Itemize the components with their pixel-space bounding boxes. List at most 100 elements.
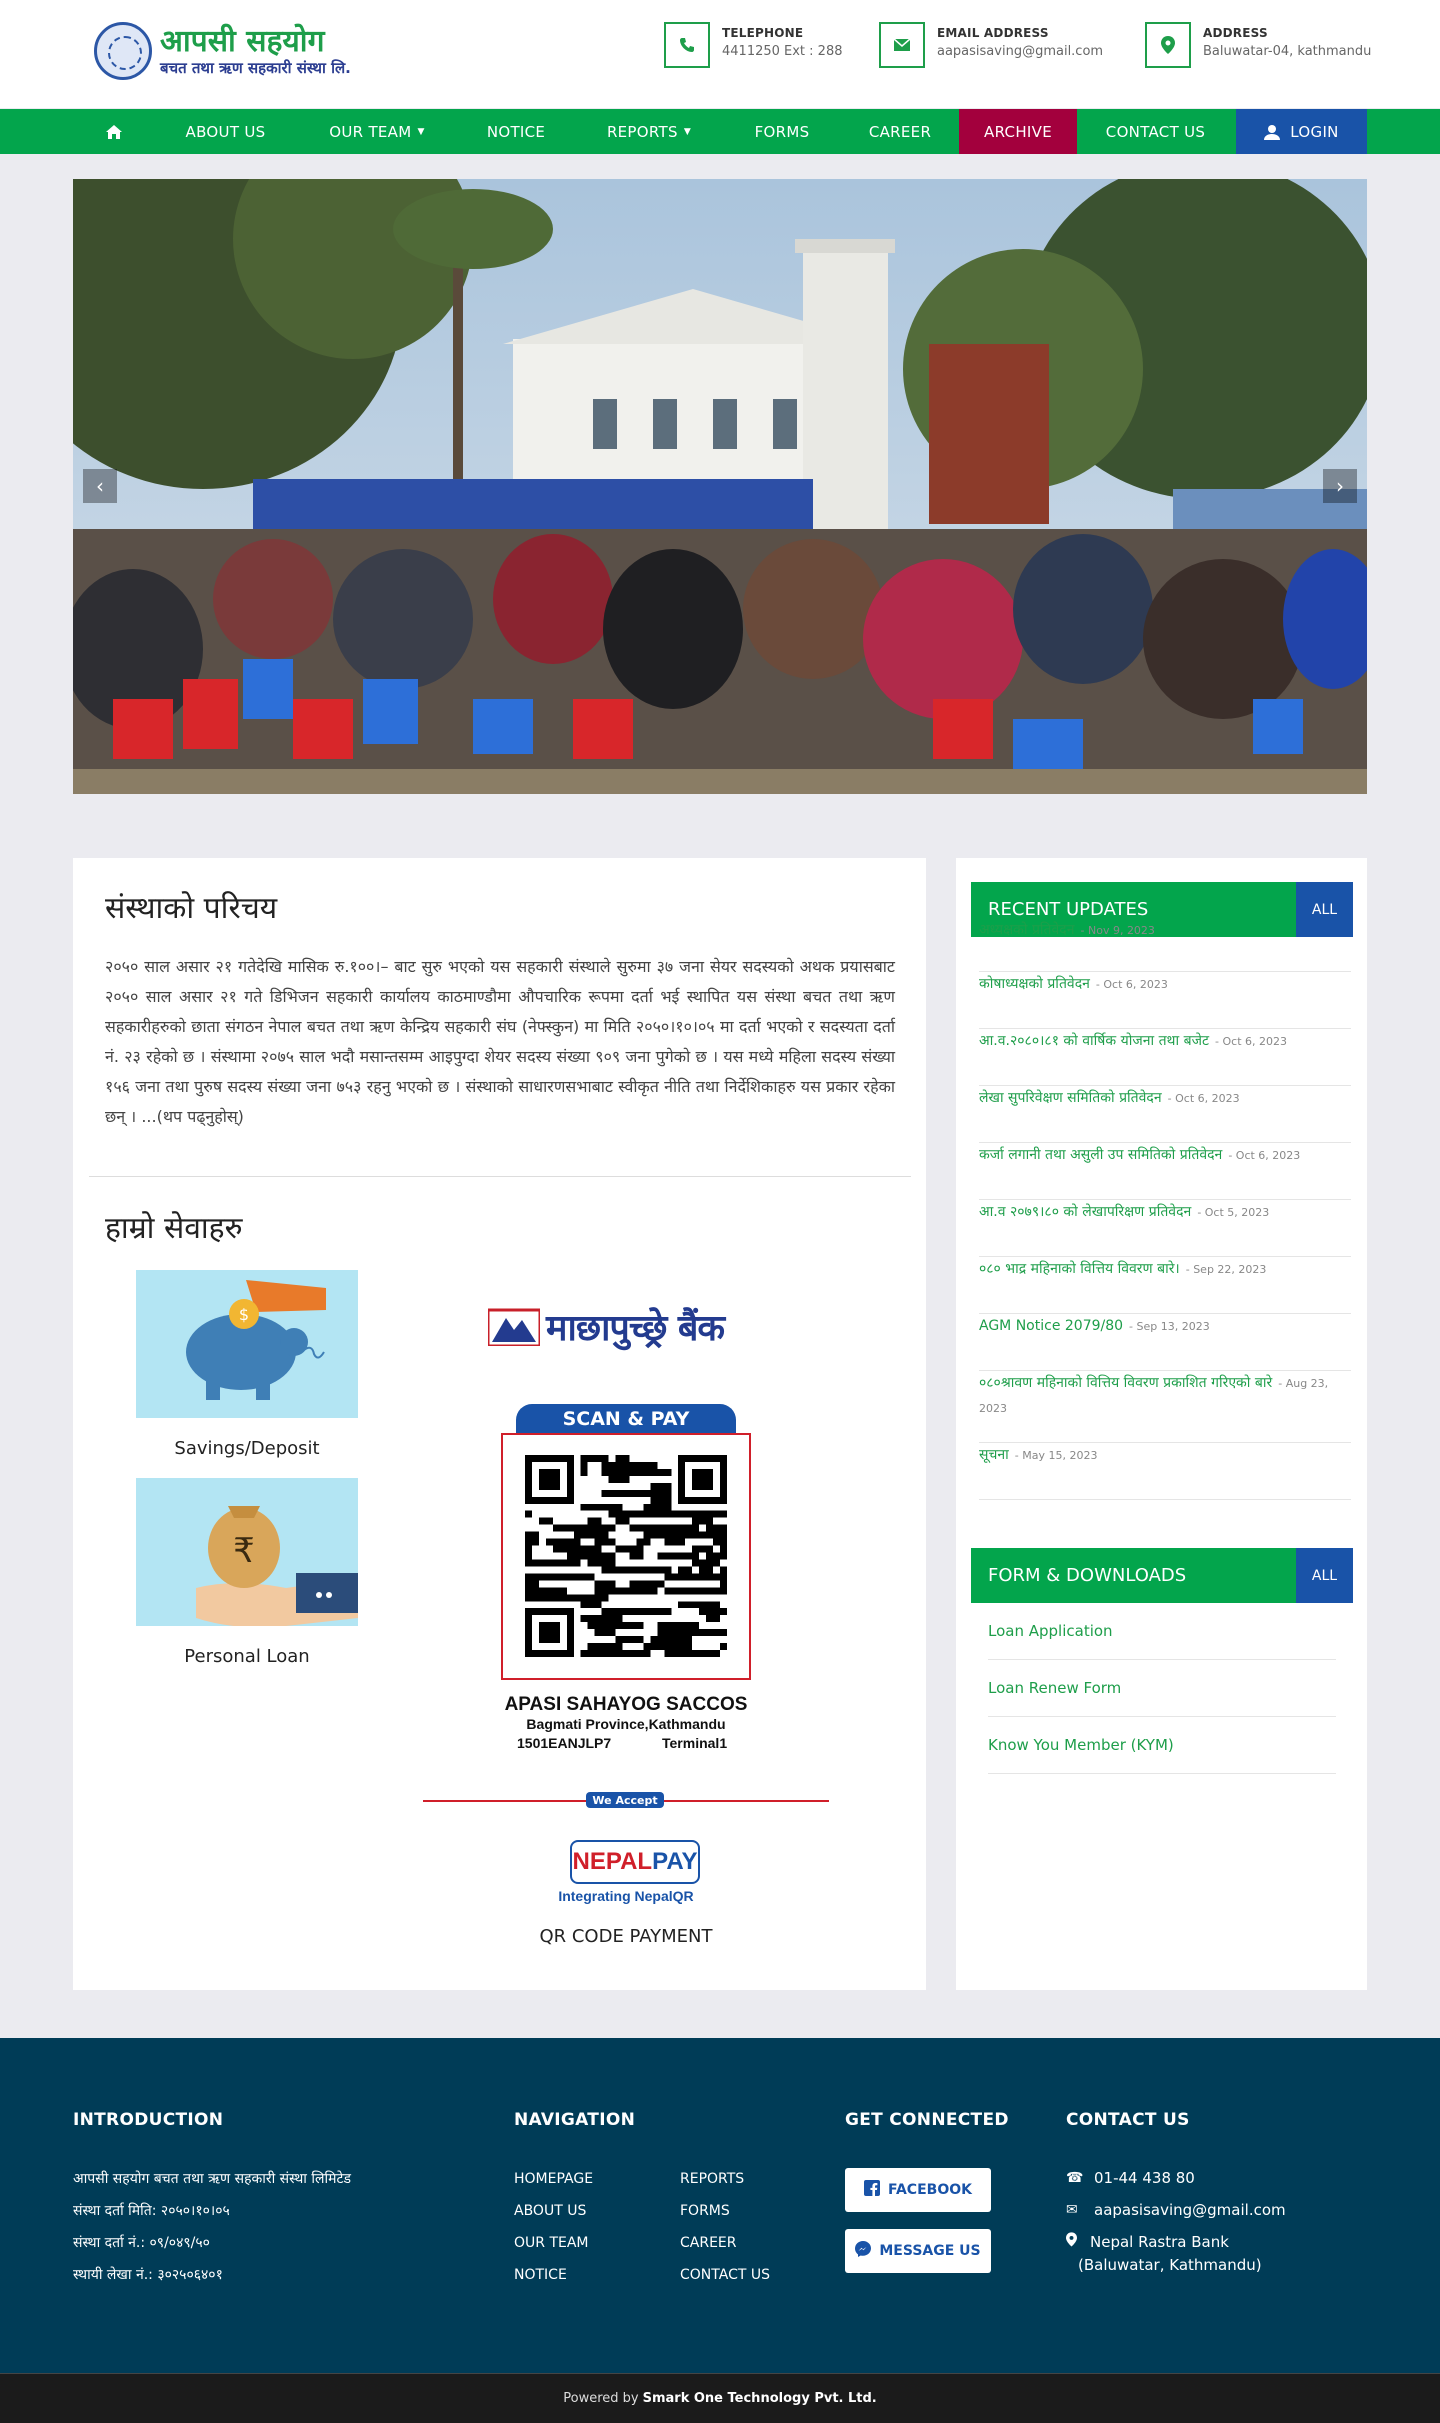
nepalpay-logo-part1: NEPAL bbox=[572, 1848, 653, 1875]
downloads-title: FORM & DOWNLOADS bbox=[988, 1565, 1187, 1586]
qr-frame[interactable] bbox=[501, 1433, 751, 1680]
site-header: आपसी सहयोग बचत तथा ऋण सहकारी संस्था लि. … bbox=[0, 0, 1440, 108]
telephone-value: 4411250 Ext : 288 bbox=[722, 44, 843, 59]
recent-update-item[interactable]: ०८०श्रावण महिनाको वित्तिय विवरण प्रकाशित… bbox=[979, 1371, 1351, 1443]
hero-slider[interactable]: ‹ › bbox=[73, 179, 1367, 794]
footer-link-career[interactable]: CAREER bbox=[680, 2227, 737, 2259]
slider-prev-button[interactable]: ‹ bbox=[83, 469, 117, 503]
recent-update-item[interactable]: AGM Notice 2079/80 - Sep 13, 2023 bbox=[979, 1314, 1351, 1371]
services-title: हाम्रो सेवाहरु bbox=[105, 1211, 243, 1246]
cooperative-seal-icon bbox=[94, 22, 152, 80]
footer-intro-line: संस्था दर्ता नं.: ०९/०४९/५० bbox=[73, 2235, 210, 2251]
nav-career-label: CAREER bbox=[868, 122, 932, 141]
recent-update-item[interactable]: अध्यक्षको प्रतिवेदन - Nov 9, 2023 bbox=[979, 918, 1351, 972]
nav-career[interactable]: CAREER bbox=[860, 109, 940, 154]
recent-update-item[interactable]: ०८० भाद्र महिनाको वित्तिय विवरण बारे। - S… bbox=[979, 1257, 1351, 1314]
service-savings[interactable]: $ Savings/Deposit bbox=[136, 1270, 358, 1459]
svg-text:₹: ₹ bbox=[233, 1531, 255, 1571]
loan-money-bag-icon: ₹ bbox=[136, 1478, 358, 1626]
logo-name: आपसी सहयोग bbox=[160, 24, 325, 59]
merchant-id: 1501EANJLP7 bbox=[517, 1735, 612, 1751]
footer-email[interactable]: ✉ aapasisaving@gmail.com bbox=[1066, 2200, 1286, 2220]
site-logo[interactable]: आपसी सहयोग बचत तथा ऋण सहकारी संस्था लि. bbox=[94, 22, 351, 80]
download-loan-application[interactable]: Loan Application bbox=[988, 1603, 1336, 1660]
service-personal-loan[interactable]: ₹ Personal Loan bbox=[136, 1478, 358, 1667]
nav-archive[interactable]: ARCHIVE bbox=[959, 109, 1077, 154]
bank-name: माछापुच्छ्रे बैंक bbox=[546, 1307, 725, 1349]
recent-update-date: - Nov 9, 2023 bbox=[1080, 924, 1155, 937]
user-icon bbox=[1264, 124, 1281, 140]
footer-nav-title: NAVIGATION bbox=[514, 2110, 636, 2130]
footer-email-value: aapasisaving@gmail.com bbox=[1094, 2201, 1286, 2219]
recent-update-item[interactable]: आ.व २०७९।८० को लेखापरिक्षण प्रतिवेदन - Oc… bbox=[979, 1200, 1351, 1257]
recent-update-title: आ.व.२०८०।८१ को वार्षिक योजना तथा बजेट bbox=[979, 1033, 1210, 1049]
nav-about-us[interactable]: ABOUT US bbox=[173, 109, 278, 154]
footer-link-notice[interactable]: NOTICE bbox=[514, 2259, 567, 2291]
footer-link-reports[interactable]: REPORTS bbox=[680, 2163, 744, 2195]
home-icon bbox=[106, 124, 122, 139]
nav-login[interactable]: LOGIN bbox=[1236, 109, 1367, 154]
qr-code-icon bbox=[525, 1455, 727, 1657]
email-label: EMAIL ADDRESS bbox=[937, 26, 1049, 40]
slider-next-button[interactable]: › bbox=[1323, 469, 1357, 503]
recent-update-item[interactable]: आ.व.२०८०।८१ को वार्षिक योजना तथा बजेट - O… bbox=[979, 1029, 1351, 1086]
intro-text: २०५० साल असार २१ गतेदेखि मासिक रु.१००।– … bbox=[105, 957, 895, 1126]
service-personal-loan-label: Personal Loan bbox=[184, 1646, 310, 1667]
recent-update-item[interactable]: कोषाध्यक्षको प्रतिवेदन - Oct 6, 2023 bbox=[979, 972, 1351, 1029]
qr-payment-caption: QR CODE PAYMENT bbox=[539, 1926, 713, 1947]
scan-pay-label: SCAN & PAY bbox=[562, 1408, 690, 1430]
recent-update-title: सूचना bbox=[979, 1447, 1009, 1463]
footer-link-about-us[interactable]: ABOUT US bbox=[514, 2195, 586, 2227]
nav-home[interactable] bbox=[94, 109, 134, 154]
merchant-location: Bagmati Province,Kathmandu bbox=[526, 1716, 726, 1732]
telephone-label: TELEPHONE bbox=[722, 26, 804, 40]
recent-updates-title: RECENT UPDATES bbox=[988, 899, 1149, 920]
intro-title: संस्थाको परिचय bbox=[105, 891, 278, 926]
svg-text:$: $ bbox=[239, 1305, 249, 1324]
recent-update-date: - Oct 6, 2023 bbox=[1167, 1092, 1240, 1105]
footer-link-contact-us[interactable]: CONTACT US bbox=[680, 2259, 770, 2291]
recent-update-date: - May 15, 2023 bbox=[1014, 1449, 1098, 1462]
message-us-button[interactable]: MESSAGE US bbox=[845, 2229, 991, 2273]
footer-link-homepage[interactable]: HOMEPAGE bbox=[514, 2163, 593, 2195]
download-loan-renew-form[interactable]: Loan Renew Form bbox=[988, 1660, 1336, 1717]
footer-intro-title: INTRODUCTION bbox=[73, 2110, 224, 2130]
downloads-all-button[interactable]: ALL bbox=[1296, 1548, 1353, 1603]
email-value[interactable]: aapasisaving@gmail.com bbox=[937, 44, 1103, 59]
footer-link-forms[interactable]: FORMS bbox=[680, 2195, 730, 2227]
sidebar: RECENT UPDATES ALL अध्यक्षको प्रतिवेदन - … bbox=[956, 858, 1367, 1990]
map-marker-icon bbox=[1145, 22, 1191, 68]
nav-forms[interactable]: FORMS bbox=[742, 109, 822, 154]
recent-update-item[interactable]: लेखा सुपरिवेक्षण समितिको प्रतिवेदन - Oct … bbox=[979, 1086, 1351, 1143]
recent-update-date: - Sep 22, 2023 bbox=[1185, 1263, 1267, 1276]
downloads-header: FORM & DOWNLOADS ALL bbox=[971, 1548, 1353, 1603]
nepalpay-logo: NEPAL PAY bbox=[570, 1840, 700, 1884]
nav-notice[interactable]: NOTICE bbox=[476, 109, 556, 154]
download-kym-form[interactable]: Know You Member (KYM) bbox=[988, 1717, 1336, 1774]
facebook-label: FACEBOOK bbox=[888, 2182, 972, 2198]
hero-photo bbox=[73, 179, 1367, 794]
nav-forms-label: FORMS bbox=[754, 122, 810, 141]
recent-update-item[interactable]: सूचना - May 15, 2023 bbox=[979, 1443, 1351, 1500]
footer-address-line1: Nepal Rastra Bank bbox=[1090, 2233, 1229, 2251]
envelope-icon: ✉ bbox=[1066, 2202, 1078, 2218]
recent-update-item[interactable]: कर्जा लगानी तथा असुली उप समितिको प्रतिवे… bbox=[979, 1143, 1351, 1200]
footer-phone-value: 01-44 438 80 bbox=[1094, 2169, 1195, 2187]
recent-update-title: आ.व २०७९।८० को लेखापरिक्षण प्रतिवेदन bbox=[979, 1204, 1192, 1220]
nav-contact-us[interactable]: CONTACT US bbox=[1093, 109, 1218, 154]
footer-phone: ☎ 01-44 438 80 bbox=[1066, 2168, 1195, 2188]
nav-archive-label: ARCHIVE bbox=[984, 122, 1052, 141]
footer-intro-line: संस्था दर्ता मिति: २०५०।१०।०५ bbox=[73, 2203, 230, 2219]
nepalpay-subtitle: Integrating NepalQR bbox=[558, 1888, 694, 1904]
powered-by-company[interactable]: Smark One Technology Pvt. Ltd. bbox=[643, 2391, 877, 2406]
nav-our-team[interactable]: OUR TEAM ▼ bbox=[316, 109, 438, 154]
savings-piggy-bank-icon: $ bbox=[136, 1270, 358, 1418]
recent-update-date: - Oct 6, 2023 bbox=[1095, 978, 1168, 991]
nav-reports[interactable]: REPORTS ▼ bbox=[594, 109, 704, 154]
facebook-button[interactable]: FACEBOOK bbox=[845, 2168, 991, 2212]
service-savings-label: Savings/Deposit bbox=[174, 1438, 320, 1459]
recent-update-title: लेखा सुपरिवेक्षण समितिको प्रतिवेदन bbox=[979, 1090, 1162, 1106]
logo-subtitle: बचत तथा ऋण सहकारी संस्था लि. bbox=[160, 59, 351, 77]
footer-link-our-team[interactable]: OUR TEAM bbox=[514, 2227, 589, 2259]
recent-update-title: कोषाध्यक्षको प्रतिवेदन bbox=[979, 976, 1090, 992]
